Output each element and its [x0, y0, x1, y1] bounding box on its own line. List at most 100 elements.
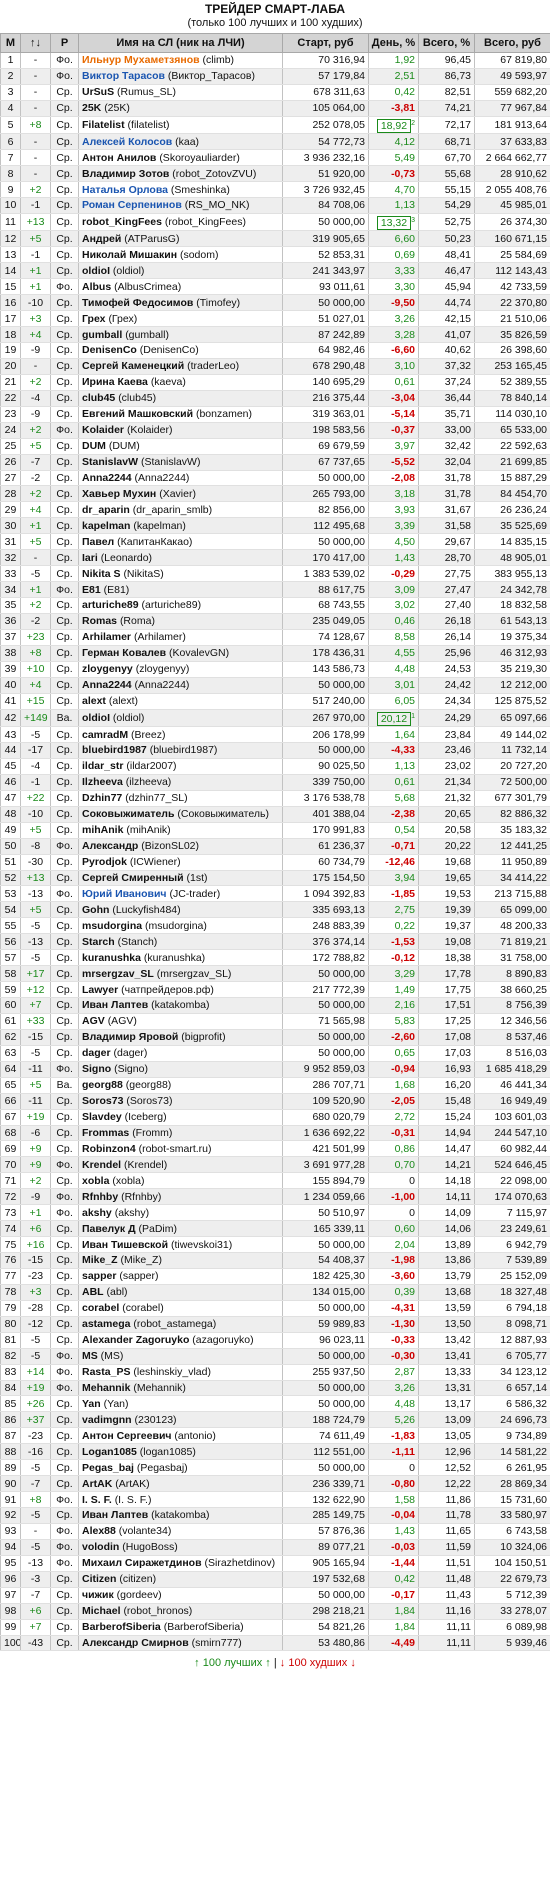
col-header-place[interactable]: М [0, 33, 21, 53]
trader-name[interactable]: club45 [82, 392, 115, 404]
trader-name[interactable]: UrSuS [82, 86, 114, 98]
trader-name[interactable]: Юрий Иванович [82, 888, 167, 900]
trader-name[interactable]: oldioI [82, 265, 110, 277]
trader-name[interactable]: Logan1085 [82, 1446, 137, 1458]
trader-name[interactable]: Сергей Смиренный [82, 872, 184, 884]
trader-name[interactable]: ArtAK [82, 1478, 112, 1490]
trader-name[interactable]: Lawyer [82, 984, 118, 996]
trader-name[interactable]: Ilzheeva [82, 776, 123, 788]
trader-name[interactable]: Slavdey [82, 1111, 122, 1123]
trader-name[interactable]: Павелук Д [82, 1223, 136, 1235]
trader-name[interactable]: Антон Сергеевич [82, 1430, 172, 1442]
trader-name[interactable]: Iari [82, 552, 98, 564]
trader-name[interactable]: Rfnhby [82, 1191, 118, 1203]
trader-name[interactable]: Иван Лаптев [82, 999, 148, 1011]
trader-name[interactable]: ildar_str [82, 760, 123, 772]
trader-name[interactable]: Соковыжиматель [82, 808, 174, 820]
trader-name[interactable]: mihAnik [82, 824, 123, 836]
trader-name[interactable]: Роман Серпенинов [82, 199, 182, 211]
trader-name[interactable]: чижик [82, 1589, 114, 1601]
trader-name[interactable]: Андрей [82, 233, 121, 245]
legend-best[interactable]: ↑ 100 лучших ↑ [194, 1657, 271, 1669]
legend-worst[interactable]: ↓ 100 худших ↓ [280, 1657, 356, 1669]
trader-name[interactable]: Frommas [82, 1127, 129, 1139]
trader-name[interactable]: robot_KingFees [82, 216, 162, 228]
trader-name[interactable]: camradM [82, 729, 128, 741]
trader-name[interactable]: Виктор Тарасов [82, 70, 165, 82]
trader-name[interactable]: Robinzon4 [82, 1143, 136, 1155]
col-header-day-percent[interactable]: День, % [368, 33, 419, 53]
trader-name[interactable]: Иван Тишевской [82, 1239, 168, 1251]
trader-name[interactable]: DUM [82, 440, 106, 452]
trader-name[interactable]: Mehannik [82, 1382, 130, 1394]
trader-name[interactable]: xobla [82, 1175, 109, 1187]
col-header-total-rub[interactable]: Всего, руб [474, 33, 550, 53]
trader-name[interactable]: Yan [82, 1398, 101, 1410]
col-header-name[interactable]: Имя на СЛ (ник на ЛЧИ) [78, 33, 283, 53]
col-header-total-percent[interactable]: Всего, % [418, 33, 475, 53]
trader-name[interactable]: Anna2244 [82, 679, 132, 691]
trader-name[interactable]: corabel [82, 1302, 119, 1314]
trader-name[interactable]: Filatelist [82, 119, 125, 131]
trader-name[interactable]: Albus [82, 281, 111, 293]
trader-name[interactable]: georg88 [82, 1079, 123, 1091]
trader-name[interactable]: dr_aparin [82, 504, 130, 516]
trader-name[interactable]: Герман Ковалев [82, 647, 166, 659]
trader-name[interactable]: Kolaider [82, 424, 124, 436]
trader-name[interactable]: Romas [82, 615, 117, 627]
trader-name[interactable]: bluebird1987 [82, 744, 147, 756]
col-header-change[interactable]: ↑↓ [20, 33, 51, 53]
trader-name[interactable]: akshy [82, 1207, 112, 1219]
trader-name[interactable]: mrsergzav_SL [82, 968, 154, 980]
trader-name[interactable]: arturiche89 [82, 599, 139, 611]
trader-name[interactable]: astamega [82, 1318, 130, 1330]
trader-name[interactable]: Сергей Каменецкий [82, 360, 184, 372]
trader-name[interactable]: AGV [82, 1015, 105, 1027]
trader-name[interactable]: Михаил Сиражетдинов [82, 1557, 202, 1569]
trader-name[interactable]: sapper [82, 1270, 116, 1282]
trader-name[interactable]: Павел [82, 536, 114, 548]
trader-name[interactable]: Александр Смирнов [82, 1637, 189, 1649]
trader-name[interactable]: alext [82, 695, 106, 707]
trader-name[interactable]: DenisenCo [82, 344, 137, 356]
trader-name[interactable]: Грех [82, 313, 106, 325]
trader-name[interactable]: Евгений Машковский [82, 408, 193, 420]
trader-name[interactable]: Антон Анилов [82, 152, 156, 164]
trader-name[interactable]: msudorgina [82, 920, 142, 932]
trader-name[interactable]: Алексей Колосов [82, 136, 172, 148]
trader-name[interactable]: Krendel [82, 1159, 121, 1171]
trader-name[interactable]: oldioI [82, 712, 110, 724]
trader-name[interactable]: kapelman [82, 520, 130, 532]
trader-name[interactable]: Владимир Зотов [82, 168, 169, 180]
trader-name[interactable]: Rasta_PS [82, 1366, 130, 1378]
trader-name[interactable]: MS [82, 1350, 98, 1362]
trader-name[interactable]: Николай Мишакин [82, 249, 177, 261]
trader-name[interactable]: Gohn [82, 904, 109, 916]
trader-name[interactable]: Signo [82, 1063, 111, 1075]
trader-name[interactable]: Anna2244 [82, 472, 132, 484]
col-header-start[interactable]: Старт, руб [282, 33, 369, 53]
trader-name[interactable]: ABL [82, 1286, 104, 1298]
trader-name[interactable]: BarberofSiberia [82, 1621, 161, 1633]
trader-name[interactable]: gumball [82, 329, 122, 341]
trader-name[interactable]: Тимофей Федосимов [82, 297, 193, 309]
trader-name[interactable]: Mike_Z [82, 1254, 118, 1266]
trader-name[interactable]: Pyrodjok [82, 856, 127, 868]
trader-name[interactable]: I. S. F. [82, 1494, 112, 1506]
trader-name[interactable]: volodin [82, 1541, 119, 1553]
col-header-market[interactable]: Р [50, 33, 79, 53]
trader-name[interactable]: Владимир Яровой [82, 1031, 178, 1043]
trader-name[interactable]: Alexander Zagoruyko [82, 1334, 189, 1346]
trader-name[interactable]: Pegas_baj [82, 1462, 134, 1474]
trader-name[interactable]: 25K [82, 102, 101, 114]
trader-name[interactable]: zloygenyy [82, 663, 133, 675]
trader-name[interactable]: StanislavW [82, 456, 138, 468]
trader-name[interactable]: Dzhin77 [82, 792, 122, 804]
trader-name[interactable]: kuranushka [82, 952, 141, 964]
trader-name[interactable]: Soros73 [82, 1095, 123, 1107]
trader-name[interactable]: Ирина Каева [82, 376, 148, 388]
trader-name[interactable]: dager [82, 1047, 111, 1059]
trader-name[interactable]: Наталья Орлова [82, 184, 168, 196]
trader-name[interactable]: Citizen [82, 1573, 116, 1585]
trader-name[interactable]: Александр [82, 840, 138, 852]
